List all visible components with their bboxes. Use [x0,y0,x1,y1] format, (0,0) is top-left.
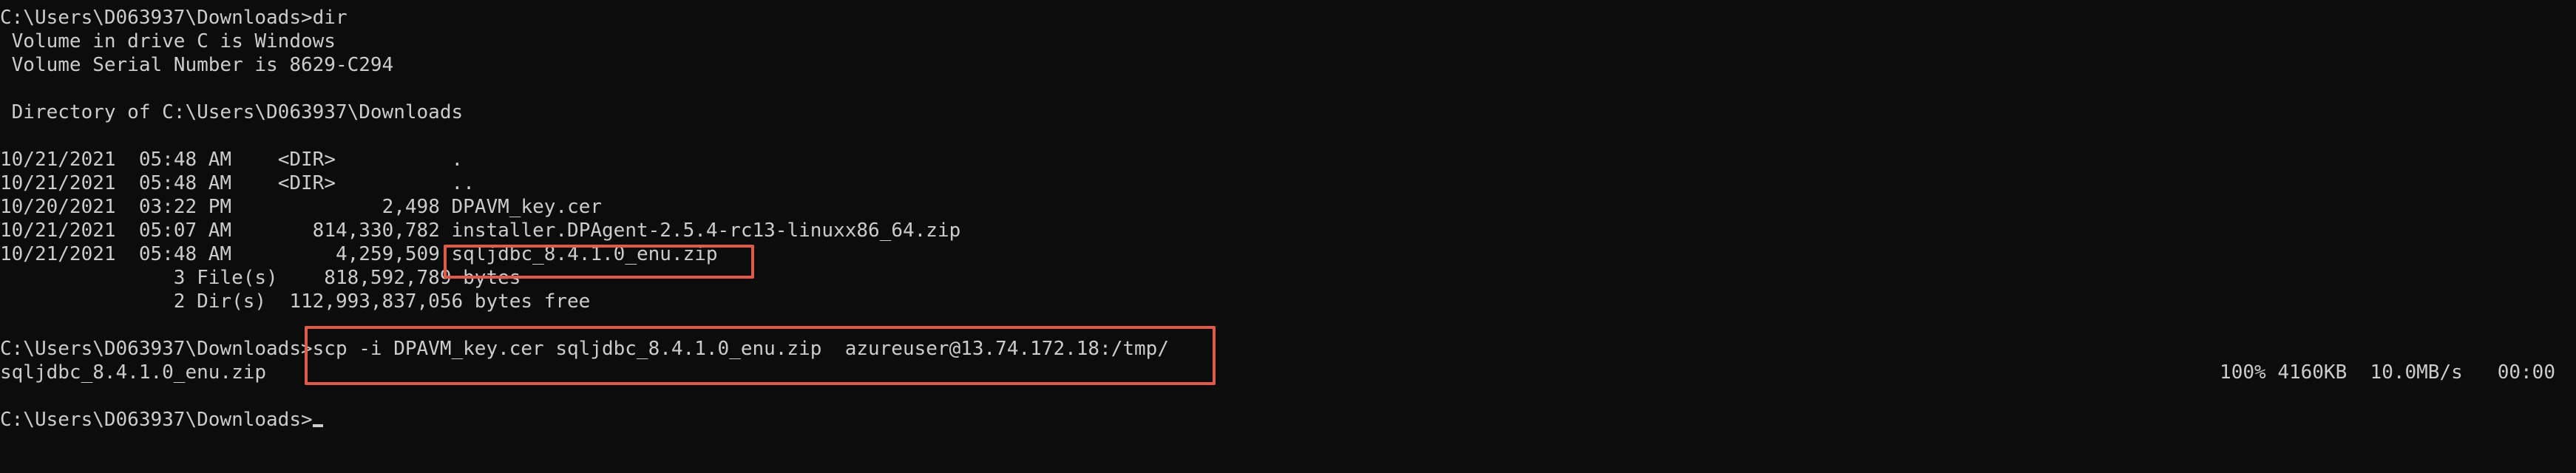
current-prompt-line[interactable]: C:\Users\D063937\Downloads> [0,408,323,432]
entry-dir-marker: <DIR> [277,172,336,194]
text-cursor [312,424,323,427]
prompt: C:\Users\D063937\Downloads> [0,338,313,360]
entry-name: .. [451,172,475,194]
entry-date: 10/21/2021 [0,243,116,265]
directory-line: Directory of C:\Users\D063937\Downloads [0,101,464,123]
summary-files-line: 3 File(s) 818,592,789 bytes [0,267,521,289]
terminal-window[interactable]: C:\Users\D063937\Downloads>dir Volume in… [0,0,2576,473]
entry-date: 10/21/2021 [0,149,116,171]
directory-entry: 10/21/2021 05:48 AM <DIR> . [0,148,463,171]
directory-entry: 10/20/2021 03:22 PM 2,498 DPAVM_key.cer [0,195,602,219]
entry-time: 05:48 AM [138,243,232,265]
dir-command-line: C:\Users\D063937\Downloads>dir [0,6,348,30]
transfer-progress: 100% 4160KB 10.0MB/s 00:00 [2220,361,2555,384]
directory-entry: 10/21/2021 05:48 AM <DIR> .. [0,171,475,195]
entry-size: 4,259,509 [335,243,440,265]
entry-dir-marker: <DIR> [277,149,336,171]
entry-date: 10/21/2021 [0,220,116,242]
entry-date: 10/20/2021 [0,196,116,218]
volume-line: Volume in drive C is Windows [0,30,336,52]
highlight-box-filename [444,245,754,279]
entry-time: 03:22 PM [138,196,232,218]
dir-command: dir [312,7,348,29]
entry-time: 05:48 AM [138,149,232,171]
highlight-box-scp-command [305,326,1216,385]
directory-entry: 10/21/2021 05:07 AM 814,330,782 installe… [0,219,960,242]
transfer-filename: sqljdbc_8.4.1.0_enu.zip [0,361,267,384]
serial-line: Volume Serial Number is 8629-C294 [0,54,394,76]
entry-name: DPAVM_key.cer [451,196,603,218]
entry-date: 10/21/2021 [0,172,116,194]
prompt: C:\Users\D063937\Downloads> [0,409,313,431]
entry-name: . [451,149,464,171]
entry-time: 05:07 AM [138,220,232,242]
entry-size: 814,330,782 [312,220,440,242]
entry-time: 05:48 AM [138,172,232,194]
entry-name: installer.DPAgent-2.5.4-rc13-linuxx86_64… [451,220,961,242]
entry-size: 2,498 [382,196,440,218]
prompt: C:\Users\D063937\Downloads> [0,7,313,29]
summary-dirs-line: 2 Dir(s) 112,993,837,056 bytes free [0,290,591,313]
